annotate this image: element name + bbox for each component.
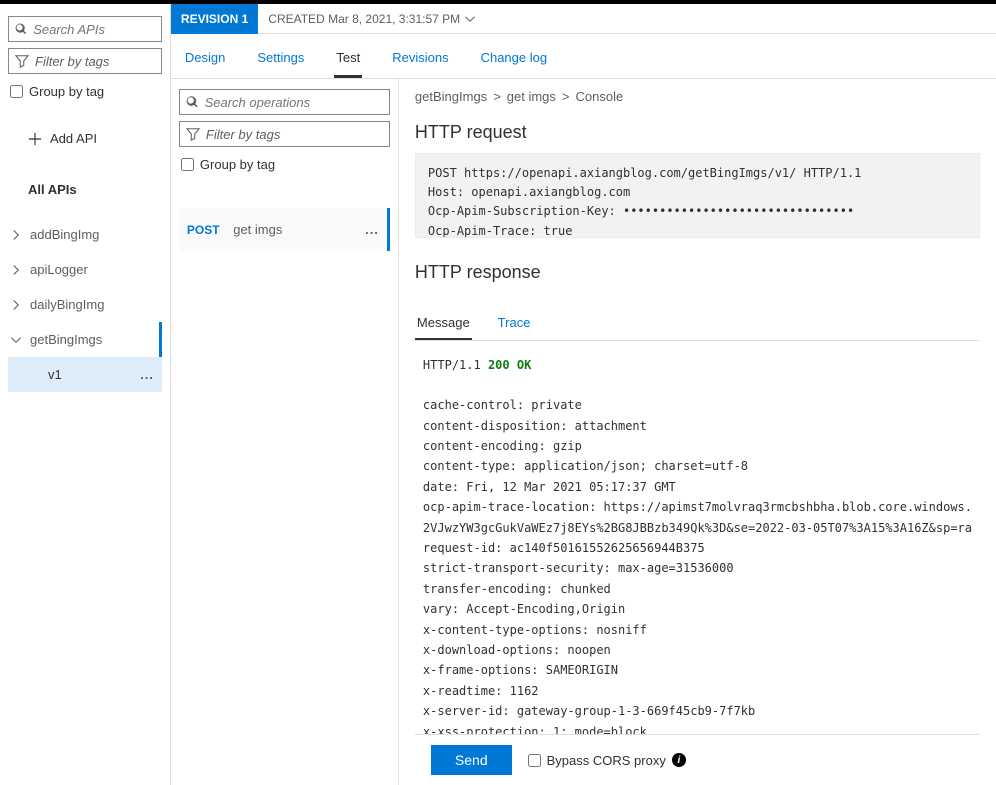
filter-operations[interactable]: Filter by tags <box>179 121 390 147</box>
more-icon[interactable]: ... <box>365 222 379 237</box>
response-tab-message[interactable]: Message <box>415 307 472 340</box>
group-by-tag-ops-checkbox[interactable] <box>181 158 194 171</box>
api-item-label: dailyBingImg <box>30 297 104 312</box>
api-item-label: getBingImgs <box>30 332 102 347</box>
filter-operations-label: Filter by tags <box>206 127 280 142</box>
api-version-v1[interactable]: v1 ... <box>8 357 162 392</box>
api-item-apilogger[interactable]: apiLogger <box>8 252 162 287</box>
operation-item[interactable]: POST get imgs ... <box>179 208 390 251</box>
breadcrumb-1[interactable]: get imgs <box>507 89 556 104</box>
main-content: REVISION 1 CREATED Mar 8, 2021, 3:31:57 … <box>171 4 996 785</box>
api-item-label: addBingImg <box>30 227 99 242</box>
operations-panel: Filter by tags Group by tag POST get img… <box>171 79 399 785</box>
tab-design[interactable]: Design <box>183 44 227 78</box>
tab-test[interactable]: Test <box>334 44 362 78</box>
response-body: HTTP/1.1 200 OK cache-control: private c… <box>415 341 980 734</box>
bypass-cors-checkbox[interactable] <box>528 754 541 767</box>
add-api-label: Add API <box>50 131 97 146</box>
search-icon <box>15 22 27 36</box>
all-apis-link[interactable]: All APIs <box>8 174 162 205</box>
main-tabs: Design Settings Test Revisions Change lo… <box>171 34 996 79</box>
details-panel: getBingImgs>get imgs>Console HTTP reques… <box>399 79 996 785</box>
add-api-button[interactable]: Add API <box>8 123 162 154</box>
group-by-tag-ops[interactable]: Group by tag <box>179 153 390 176</box>
filter-apis-label: Filter by tags <box>35 54 109 69</box>
group-by-tag-apis[interactable]: Group by tag <box>8 80 162 103</box>
filter-icon <box>186 127 200 141</box>
chevron-down-icon <box>464 13 476 25</box>
revision-bar: REVISION 1 CREATED Mar 8, 2021, 3:31:57 … <box>171 4 996 34</box>
plus-icon <box>28 132 42 146</box>
filter-apis[interactable]: Filter by tags <box>8 48 162 74</box>
api-item-dailybingimg[interactable]: dailyBingImg <box>8 287 162 322</box>
breadcrumb-2: Console <box>576 89 624 104</box>
search-operations-field[interactable] <box>205 95 383 110</box>
chevron-right-icon <box>10 299 22 311</box>
bypass-cors-row[interactable]: Bypass CORS proxy i <box>528 753 686 768</box>
operation-name: get imgs <box>233 222 282 237</box>
search-apis-input[interactable] <box>8 16 162 42</box>
response-tab-trace[interactable]: Trace <box>496 307 533 340</box>
bypass-cors-label: Bypass CORS proxy <box>547 753 666 768</box>
breadcrumb: getBingImgs>get imgs>Console <box>415 89 980 104</box>
tab-revisions[interactable]: Revisions <box>390 44 450 78</box>
revision-badge[interactable]: REVISION 1 <box>171 4 258 34</box>
http-response-title: HTTP response <box>415 262 980 283</box>
response-tabs: Message Trace <box>415 307 980 341</box>
group-by-tag-label: Group by tag <box>29 84 104 99</box>
revision-created-label: CREATED <box>268 12 324 26</box>
tab-changelog[interactable]: Change log <box>479 44 550 78</box>
more-icon[interactable]: ... <box>140 367 154 382</box>
search-operations-input[interactable] <box>179 89 390 115</box>
revision-date-dropdown[interactable]: CREATED Mar 8, 2021, 3:31:57 PM <box>258 12 486 26</box>
revision-date-text: Mar 8, 2021, 3:31:57 PM <box>328 12 460 26</box>
info-icon[interactable]: i <box>672 753 686 767</box>
group-by-tag-ops-label: Group by tag <box>200 157 275 172</box>
group-by-tag-checkbox[interactable] <box>10 85 23 98</box>
footer-bar: Send Bypass CORS proxy i <box>415 734 980 785</box>
filter-icon <box>15 54 29 68</box>
http-request-title: HTTP request <box>415 122 980 143</box>
sidebar-apis: Filter by tags Group by tag Add API All … <box>0 4 171 785</box>
chevron-down-icon <box>10 334 22 346</box>
chevron-right-icon <box>10 264 22 276</box>
api-item-label: apiLogger <box>30 262 88 277</box>
breadcrumb-0[interactable]: getBingImgs <box>415 89 487 104</box>
search-icon <box>186 95 199 109</box>
tab-settings[interactable]: Settings <box>255 44 306 78</box>
send-button[interactable]: Send <box>431 745 512 775</box>
operation-method: POST <box>187 223 220 237</box>
search-apis-field[interactable] <box>33 22 155 37</box>
api-version-label: v1 <box>48 367 62 382</box>
api-item-getbingimgs[interactable]: getBingImgs <box>8 322 162 357</box>
chevron-right-icon <box>10 229 22 241</box>
http-request-block: POST https://openapi.axiangblog.com/getB… <box>415 153 980 238</box>
api-item-addbingimg[interactable]: addBingImg <box>8 217 162 252</box>
